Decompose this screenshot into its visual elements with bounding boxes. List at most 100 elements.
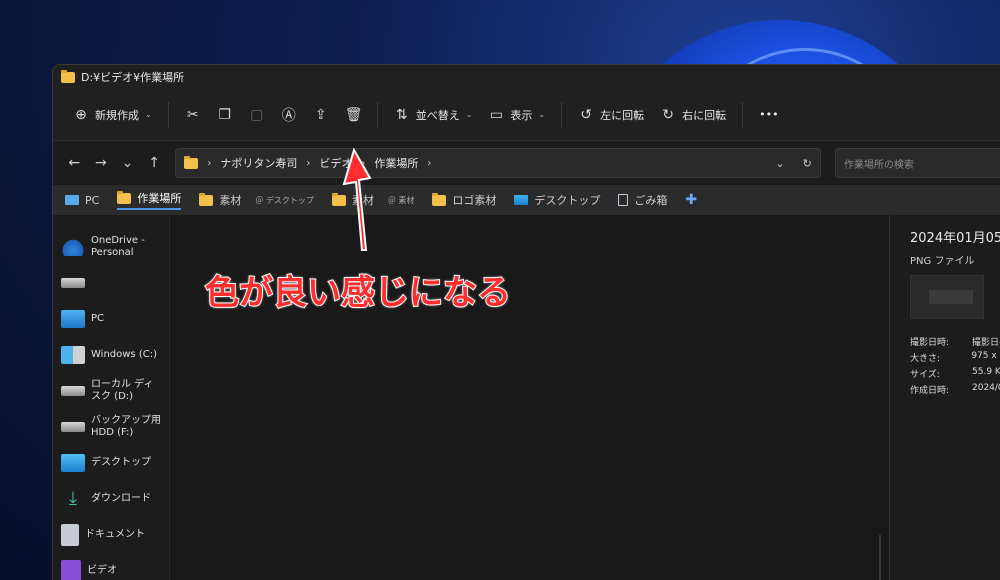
sidebar-item-drive[interactable] — [53, 265, 169, 301]
sidebar-item-downloads[interactable]: ⤓ ダウンロード — [53, 481, 169, 517]
view-button[interactable]: ▭ 表示 ⌄ — [480, 100, 553, 130]
separator — [742, 101, 744, 128]
desktop-icon — [61, 454, 85, 472]
separator — [376, 101, 378, 128]
more-button[interactable]: ••• — [751, 100, 786, 130]
download-icon: ⤓ — [69, 488, 77, 509]
rotate-left-button[interactable]: ↺ 左に回転 — [570, 100, 652, 130]
breadcrumb-chevron-icon: › — [207, 157, 212, 169]
back-arrow-icon[interactable]: ← — [63, 155, 86, 171]
sidebar-item-desktop[interactable]: デスクトップ — [53, 445, 169, 481]
property-value: 55.9 KB — [972, 367, 1000, 377]
property-value: 撮影日の — [972, 338, 1000, 348]
breadcrumb-chevron-icon: › — [427, 157, 432, 169]
share-icon: ⇪ — [314, 106, 327, 123]
separator — [167, 101, 169, 128]
chevron-down-icon: ⌄ — [465, 110, 473, 119]
sidebar-item-pc[interactable]: PC — [53, 301, 169, 337]
rename-button[interactable]: Ⓐ — [273, 100, 305, 130]
delete-button[interactable]: 🗑 — [337, 100, 369, 130]
paste-button[interactable]: ▢ — [241, 100, 273, 130]
sort-icon: ⇅ — [395, 106, 408, 123]
bookmark-desktop[interactable]: デスクトップ — [514, 192, 600, 208]
document-icon — [61, 524, 79, 546]
address-actions: ⌄ ↻ — [775, 157, 811, 170]
sidebar-item-label: ローカル ディスク (D:) — [91, 379, 154, 402]
share-button[interactable]: ⇪ — [305, 100, 337, 130]
folder-icon — [61, 69, 75, 83]
property-key: 撮影日時: — [910, 338, 950, 348]
navigation-pane: OneDrive - Personal PC Windows (C:) ローカル… — [53, 215, 170, 580]
new-button[interactable]: ⊕ 新規作成 ⌄ — [65, 100, 160, 130]
windows-drive-icon — [61, 346, 85, 364]
details-properties: 撮影日時: 撮影日の 大きさ: 975 x 56 サイズ: 55.9 KB 作成… — [910, 335, 1000, 396]
bookmark-workspace[interactable]: 作業場所 — [117, 190, 182, 210]
sidebar-item-backup-hdd-f[interactable]: バックアップ用 HDD (F:) — [53, 409, 169, 445]
pc-icon — [65, 195, 79, 205]
chevron-down-icon: ⌄ — [145, 110, 152, 119]
bookmark-sublabel: ＠ デスクトップ — [255, 195, 314, 205]
sidebar-item-documents[interactable]: ドキュメント — [53, 517, 169, 553]
forward-arrow-icon[interactable]: → — [90, 155, 113, 171]
scrollbar[interactable] — [879, 535, 881, 580]
bookmark-material-desktop[interactable]: 素材 ＠ デスクトップ — [199, 192, 314, 208]
scissors-icon: ✂ — [186, 106, 199, 123]
rotate-right-icon: ↻ — [662, 106, 674, 123]
cut-button[interactable]: ✂ — [177, 100, 209, 130]
sort-button[interactable]: ⇅ 並べ替え ⌄ — [386, 100, 481, 130]
sidebar-item-label: ダウンロード — [91, 493, 151, 504]
sidebar-item-windows-c[interactable]: Windows (C:) — [53, 337, 169, 373]
navigation-bar: ← → ⌄ ↑ › ナポリタン寿司 › ビデオ › 作業場所 › ⌄ ↻ 作業場… — [53, 141, 1000, 185]
rename-icon: Ⓐ — [281, 107, 296, 124]
property-row: 撮影日時: 撮影日の — [910, 335, 1000, 348]
command-bar: ⊕ 新規作成 ⌄ ✂ ❐ ▢ Ⓐ ⇪ 🗑 ⇅ 並べ替え ⌄ ▭ 表示 ⌄ ↺ 左… — [53, 89, 1000, 141]
folder-icon — [432, 192, 447, 206]
clipboard-icon: ▢ — [250, 106, 264, 123]
rotate-right-button[interactable]: ↻ 右に回転 — [652, 100, 734, 130]
breadcrumb-chevron-icon: › — [306, 157, 311, 169]
property-value: 975 x 56 — [971, 351, 1000, 361]
sidebar-item-onedrive[interactable]: OneDrive - Personal — [53, 229, 169, 265]
sidebar-item-local-disk-d[interactable]: ローカル ディスク (D:) — [53, 373, 169, 409]
annotation-arrow — [342, 147, 372, 251]
sidebar-item-videos[interactable]: ビデオ — [53, 553, 169, 580]
copy-button[interactable]: ❐ — [209, 100, 241, 130]
sidebar-item-label: バックアップ用 HDD (F:) — [91, 415, 161, 438]
sidebar-item-label: ビデオ — [87, 565, 117, 576]
plus-circle-icon: ⊕ — [75, 106, 87, 123]
search-placeholder: 作業場所の検索 — [843, 159, 914, 171]
desktop-icon — [514, 195, 529, 205]
trash-icon: 🗑 — [344, 106, 363, 123]
property-row: 大きさ: 975 x 56 — [910, 351, 1000, 364]
bookmark-recycle-bin[interactable]: ごみ箱 — [618, 192, 667, 208]
search-input[interactable]: 作業場所の検索 — [834, 148, 1000, 178]
rotate-left-label: 左に回転 — [600, 108, 645, 122]
folder-icon — [184, 155, 199, 169]
bookmark-logo-material[interactable]: ロゴ素材 — [432, 192, 496, 208]
sidebar-item-label: PC — [91, 313, 105, 324]
folder-icon — [199, 192, 214, 206]
copy-icon: ❐ — [218, 106, 231, 123]
bookmark-label: 素材 — [219, 194, 242, 207]
add-bookmark-icon[interactable]: ✚ — [685, 192, 697, 208]
refresh-icon[interactable]: ↻ — [803, 157, 812, 170]
property-key: 大きさ: — [910, 354, 941, 364]
recent-chevron-icon[interactable]: ⌄ — [116, 155, 139, 171]
details-date: 2024年01月05日 — [910, 231, 1000, 246]
file-explorer-window: D:¥ビデオ¥作業場所 ⊕ 新規作成 ⌄ ✂ ❐ ▢ Ⓐ ⇪ 🗑 ⇅ 並べ替え … — [52, 64, 1000, 580]
property-key: 作成日時: — [910, 386, 950, 396]
image-thumbnail — [910, 275, 984, 319]
bookmark-label: ごみ箱 — [634, 194, 668, 207]
bookmark-label: デスクトップ — [534, 194, 601, 207]
breadcrumb-item[interactable]: ナポリタン寿司 — [220, 155, 297, 171]
view-icon: ▭ — [489, 106, 504, 123]
history-chevron-icon[interactable]: ⌄ — [775, 157, 784, 170]
bookmark-pc[interactable]: PC — [65, 194, 99, 207]
window-title: D:¥ビデオ¥作業場所 — [81, 71, 185, 84]
up-arrow-icon[interactable]: ↑ — [143, 155, 166, 171]
rotate-right-label: 右に回転 — [682, 108, 727, 122]
details-file-type: PNG ファイル — [910, 256, 975, 267]
bookmark-label: ロゴ素材 — [452, 194, 497, 207]
title-bar[interactable]: D:¥ビデオ¥作業場所 — [53, 65, 1000, 89]
address-bar[interactable]: › ナポリタン寿司 › ビデオ › 作業場所 › ⌄ ↻ — [175, 148, 821, 178]
